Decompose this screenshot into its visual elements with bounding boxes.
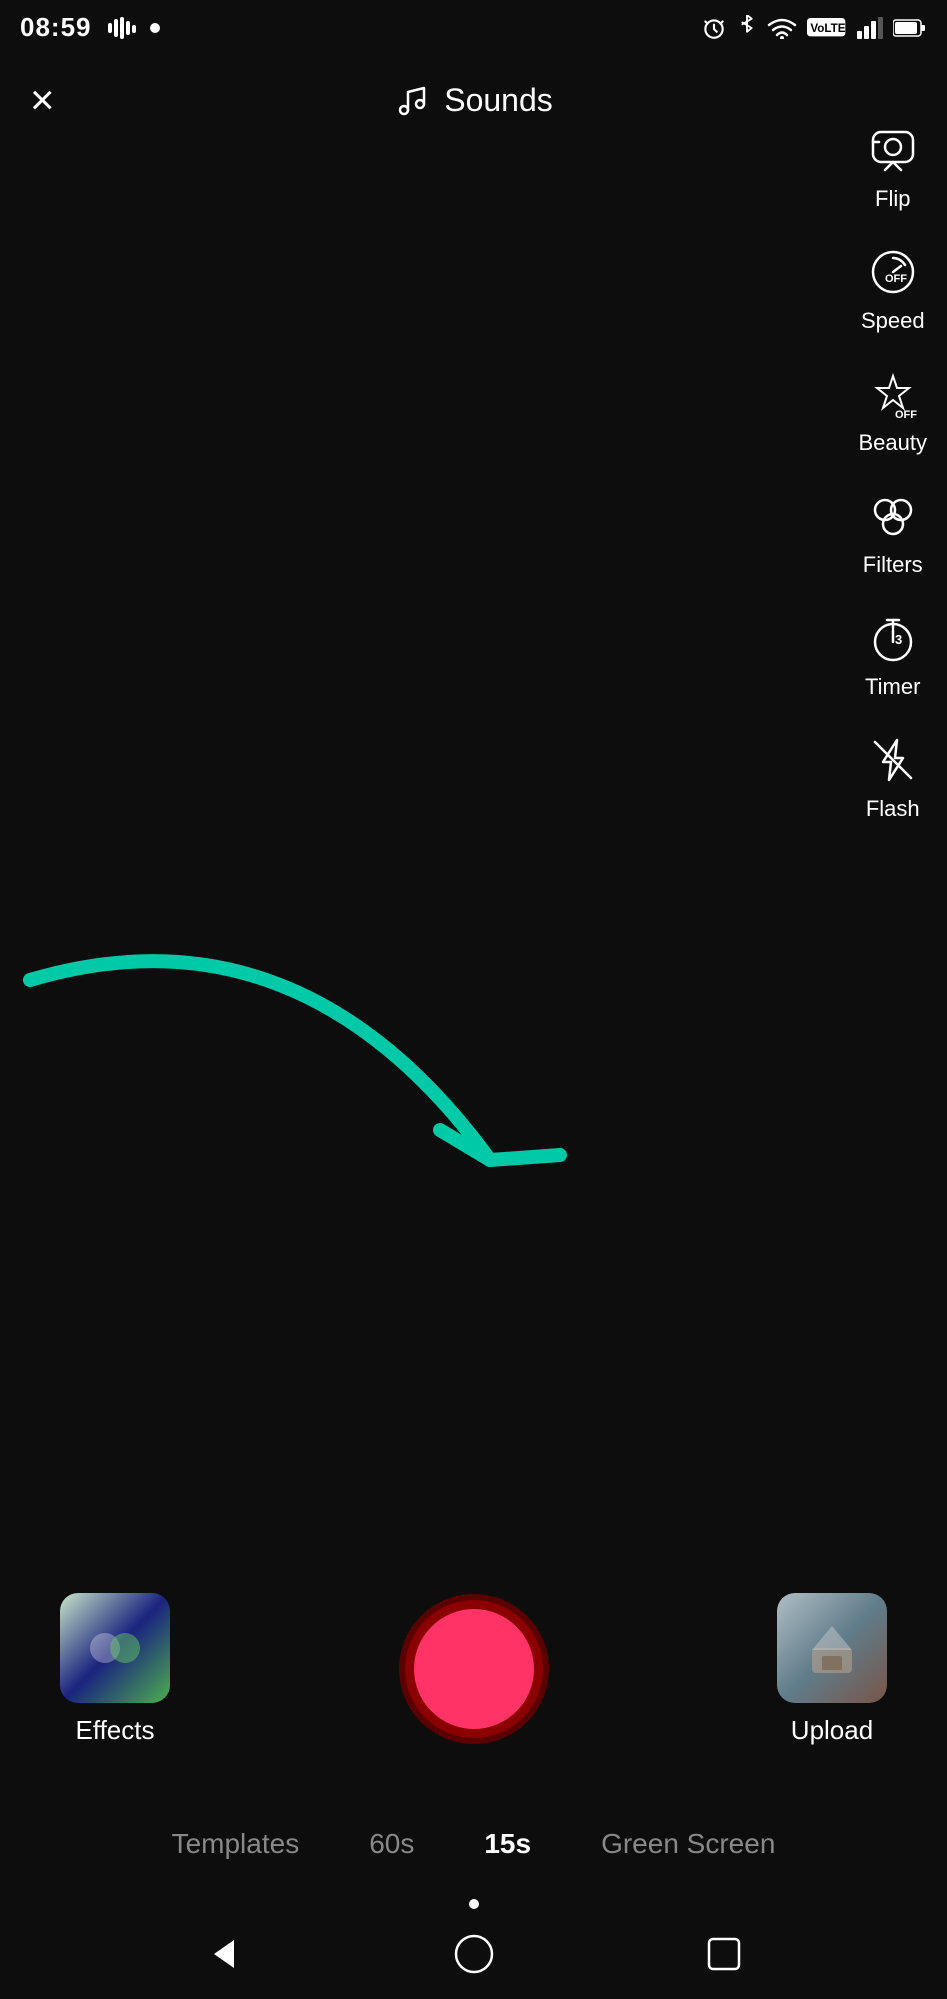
upload-label: Upload <box>791 1715 873 1746</box>
speed-label: Speed <box>861 308 925 334</box>
nav-back-button[interactable] <box>204 1934 244 1974</box>
record-button[interactable] <box>399 1594 549 1744</box>
tab-indicator <box>469 1899 479 1909</box>
tab-60s[interactable]: 60s <box>359 1818 424 1870</box>
effects-label: Effects <box>75 1715 154 1746</box>
tab-green-screen[interactable]: Green Screen <box>591 1818 785 1870</box>
alarm-icon <box>701 15 727 41</box>
effects-thumb-inner <box>60 1593 170 1703</box>
upload-thumbnail <box>777 1593 887 1703</box>
wifi-icon <box>767 17 797 39</box>
effects-button[interactable]: Effects <box>60 1593 170 1746</box>
tab-15s[interactable]: 15s <box>474 1818 541 1870</box>
bottom-controls: Effects Upload <box>0 1569 947 1769</box>
close-button[interactable]: × <box>30 79 55 121</box>
timer-label: Timer <box>865 674 920 700</box>
system-nav-bar <box>0 1909 947 1999</box>
bluetooth-icon <box>737 15 757 41</box>
timer-icon: 3 <box>863 608 923 668</box>
signal-icon <box>857 17 883 39</box>
flash-label: Flash <box>866 796 920 822</box>
flash-control[interactable]: Flash <box>863 730 923 822</box>
status-time: 08:59 <box>20 12 92 43</box>
top-bar: × Sounds <box>0 55 947 145</box>
svg-text:OFF: OFF <box>885 273 907 285</box>
upload-button[interactable]: Upload <box>777 1593 887 1746</box>
nav-recents-button[interactable] <box>705 1935 743 1973</box>
status-bar: 08:59 VoLTE <box>0 0 947 55</box>
beauty-control[interactable]: OFF Beauty <box>859 364 928 456</box>
svg-text:VoLTE: VoLTE <box>810 22 845 35</box>
status-dot <box>150 23 160 33</box>
speed-icon: OFF <box>863 242 923 302</box>
upload-thumb-icon <box>802 1618 862 1678</box>
flip-label: Flip <box>875 186 910 212</box>
sounds-title: Sounds <box>394 82 553 119</box>
podcast-icon <box>108 17 138 39</box>
flash-icon <box>863 730 923 790</box>
status-icons-left <box>108 17 160 39</box>
svg-text:OFF: OFF <box>895 409 917 421</box>
svg-text:3: 3 <box>895 632 902 647</box>
filters-control[interactable]: Filters <box>863 486 923 578</box>
sounds-label: Sounds <box>444 82 553 119</box>
effects-thumbnail <box>60 1593 170 1703</box>
speed-control[interactable]: OFF Speed <box>861 242 925 334</box>
filters-icon <box>863 486 923 546</box>
upload-thumb-inner <box>777 1593 887 1703</box>
volte-icon: VoLTE <box>807 16 847 40</box>
nav-recents-icon <box>705 1935 743 1973</box>
beauty-icon: OFF <box>863 364 923 424</box>
right-controls: Flip OFF Speed OFF Beauty <box>859 120 928 822</box>
filters-label: Filters <box>863 552 923 578</box>
mode-tabs: Templates 60s 15s Green Screen <box>0 1804 947 1884</box>
status-icons-right: VoLTE <box>701 15 927 41</box>
music-note-icon <box>394 82 430 118</box>
effects-thumb-icon <box>85 1618 145 1678</box>
beauty-label: Beauty <box>859 430 928 456</box>
flip-icon <box>863 120 923 180</box>
nav-home-icon <box>452 1932 496 1976</box>
battery-icon <box>893 18 927 38</box>
nav-back-icon <box>204 1934 244 1974</box>
nav-home-button[interactable] <box>452 1932 496 1976</box>
timer-control[interactable]: 3 Timer <box>863 608 923 700</box>
tab-templates[interactable]: Templates <box>162 1818 310 1870</box>
record-button-inner <box>414 1609 534 1729</box>
flip-control[interactable]: Flip <box>863 120 923 212</box>
